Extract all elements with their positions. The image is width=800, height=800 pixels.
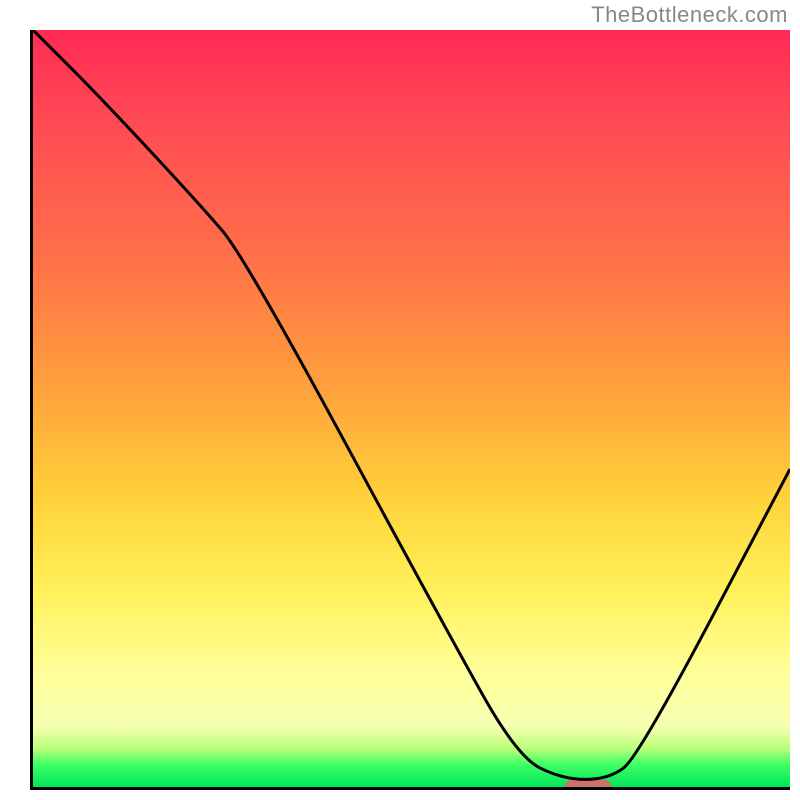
bottleneck-curve-path — [33, 30, 790, 779]
chart-canvas: TheBottleneck.com — [0, 0, 800, 800]
bottleneck-curve — [33, 30, 790, 787]
plot-area — [30, 30, 790, 790]
watermark-text: TheBottleneck.com — [591, 2, 788, 28]
